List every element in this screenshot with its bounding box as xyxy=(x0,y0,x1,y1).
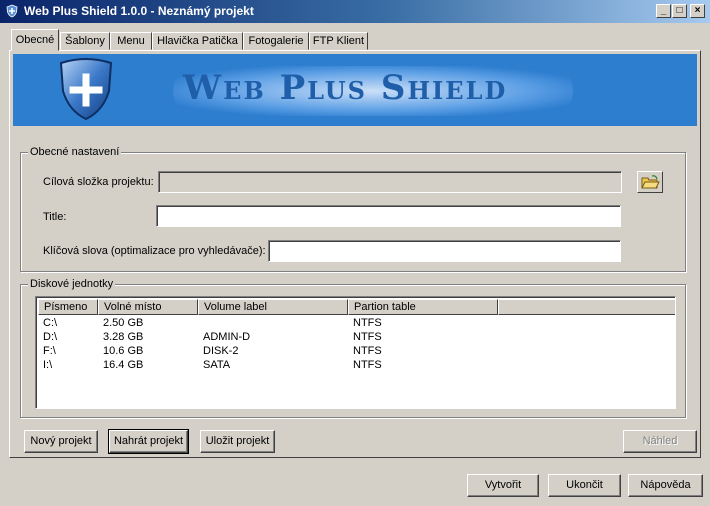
cell-letter: I:\ xyxy=(43,359,53,371)
cell-partition-table: NTFS xyxy=(353,331,382,343)
cell-free-space: 10.6 GB xyxy=(103,345,144,357)
shield-plus-icon xyxy=(59,58,113,121)
tab-ftp-klient[interactable]: FTP Klient xyxy=(309,32,368,50)
project-folder-field[interactable] xyxy=(158,171,622,193)
create-button[interactable]: Vytvořit xyxy=(467,474,539,497)
tab-hlavicka-paticka[interactable]: Hlavička Patička xyxy=(152,32,243,50)
title-input[interactable] xyxy=(156,205,621,227)
quit-button[interactable]: Ukončit xyxy=(548,474,621,497)
cell-partition-table: NTFS xyxy=(353,317,382,329)
cell-partition-table: NTFS xyxy=(353,359,382,371)
cell-volume-label: DISK-2 xyxy=(203,345,239,357)
project-folder-label: Cílová složka projektu: xyxy=(43,176,154,188)
app-shield-icon xyxy=(6,4,18,18)
tab-obecne[interactable]: Obecné xyxy=(11,29,59,51)
cell-volume-label: SATA xyxy=(203,359,231,371)
cell-letter: C:\ xyxy=(43,317,58,329)
tab-sablony[interactable]: Šablony xyxy=(60,32,110,50)
preview-button[interactable]: Náhled xyxy=(623,430,697,453)
drives-list[interactable]: Písmeno Volné místo Volume label Partion… xyxy=(35,296,676,409)
window-title: Web Plus Shield 1.0.0 - Neznámý projekt xyxy=(24,4,254,18)
cell-letter: D:\ xyxy=(43,331,58,343)
column-header-empty[interactable] xyxy=(498,299,675,315)
table-row[interactable]: I:\ 16.4 GB SATA NTFS xyxy=(38,358,675,372)
keywords-label: Klíčová slova (optimalizace pro vyhledáv… xyxy=(43,245,266,257)
banner: Web Plus Shield xyxy=(13,54,697,126)
cell-letter: F:\ xyxy=(43,345,56,357)
new-project-button[interactable]: Nový projekt xyxy=(24,430,98,453)
title-bar[interactable]: Web Plus Shield 1.0.0 - Neznámý projekt … xyxy=(0,0,710,23)
column-header-volume-label[interactable]: Volume label xyxy=(198,299,348,315)
load-project-button[interactable]: Nahrát projekt xyxy=(108,429,189,454)
column-header-partition-table[interactable]: Partion table xyxy=(348,299,498,315)
help-button[interactable]: Nápověda xyxy=(628,474,703,497)
table-row[interactable]: F:\ 10.6 GB DISK-2 NTFS xyxy=(38,344,675,358)
open-folder-icon xyxy=(641,175,660,189)
drives-legend: Diskové jednotky xyxy=(28,278,116,290)
tab-fotogalerie[interactable]: Fotogalerie xyxy=(243,32,309,50)
cell-partition-table: NTFS xyxy=(353,345,382,357)
general-settings-legend: Obecné nastavení xyxy=(28,146,122,158)
column-header-free-space[interactable]: Volné místo xyxy=(98,299,198,315)
title-label: Title: xyxy=(43,211,67,223)
keywords-input[interactable] xyxy=(268,240,621,262)
browse-folder-button[interactable] xyxy=(637,171,663,193)
minimize-button[interactable]: _ xyxy=(656,4,671,18)
save-project-button[interactable]: Uložit projekt xyxy=(200,430,275,453)
table-row[interactable]: C:\ 2.50 GB NTFS xyxy=(38,316,675,330)
cell-free-space: 2.50 GB xyxy=(103,317,144,329)
cell-free-space: 3.28 GB xyxy=(103,331,144,343)
banner-title: Web Plus Shield xyxy=(183,68,508,108)
maximize-button[interactable]: □ xyxy=(672,4,687,18)
cell-volume-label: ADMIN-D xyxy=(203,331,251,343)
table-row[interactable]: D:\ 3.28 GB ADMIN-D NTFS xyxy=(38,330,675,344)
close-button[interactable]: × xyxy=(690,4,705,18)
cell-free-space: 16.4 GB xyxy=(103,359,144,371)
tab-menu[interactable]: Menu xyxy=(110,32,152,50)
column-header-letter[interactable]: Písmeno xyxy=(38,299,98,315)
